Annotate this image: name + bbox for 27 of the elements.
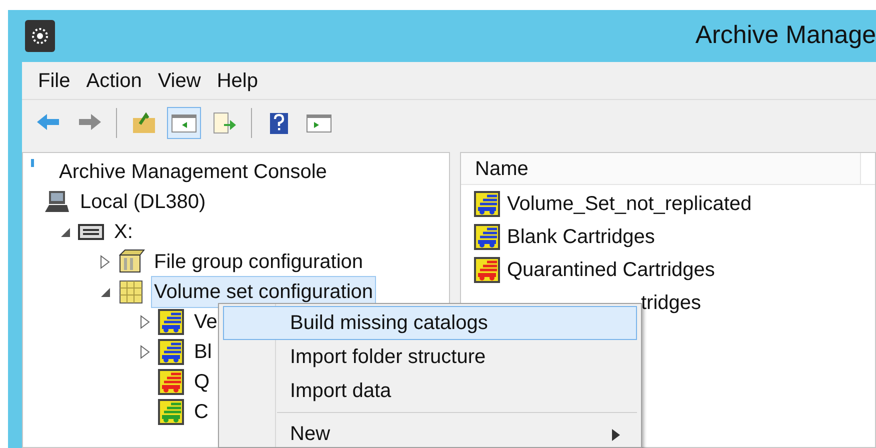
list-item[interactable]: Quarantined Cartridges [507, 254, 715, 284]
menu-item[interactable]: View [154, 66, 205, 96]
menu-item[interactable]: Import data [223, 374, 637, 408]
list-item[interactable]: tridges [641, 288, 702, 318]
window-title: Archive Manage [695, 20, 876, 52]
tree-item[interactable]: C [191, 396, 212, 428]
folder-icon [130, 110, 158, 136]
menu-item[interactable]: Action [82, 66, 146, 96]
menu-item[interactable]: Import folder structure [223, 340, 637, 374]
list-item[interactable]: Volume_Set_not_replicated [507, 188, 752, 218]
menu-item[interactable]: Help [212, 66, 262, 96]
menu-item[interactable]: Build missing catalogs [223, 306, 637, 340]
tree-item[interactable]: Archive Management Console [56, 156, 330, 188]
tree-item[interactable]: Local (DL380) [77, 186, 209, 218]
list-item[interactable]: Blank Cartridges [507, 222, 655, 252]
tree-item[interactable]: Bl [191, 336, 215, 368]
menu-item[interactable]: New [223, 417, 637, 447]
app-icon[interactable] [25, 20, 55, 52]
menu-item[interactable]: File [34, 66, 74, 96]
column-header[interactable]: Name [461, 153, 861, 184]
toolbar-button[interactable] [167, 107, 201, 139]
tree-item[interactable]: Ve [191, 306, 220, 338]
marker-icon [31, 159, 34, 167]
tree-item[interactable]: File group configuration [151, 246, 366, 278]
grid-icon [117, 278, 145, 306]
tree-item[interactable]: X: [111, 216, 136, 248]
tree-item[interactable]: Q [191, 366, 213, 398]
